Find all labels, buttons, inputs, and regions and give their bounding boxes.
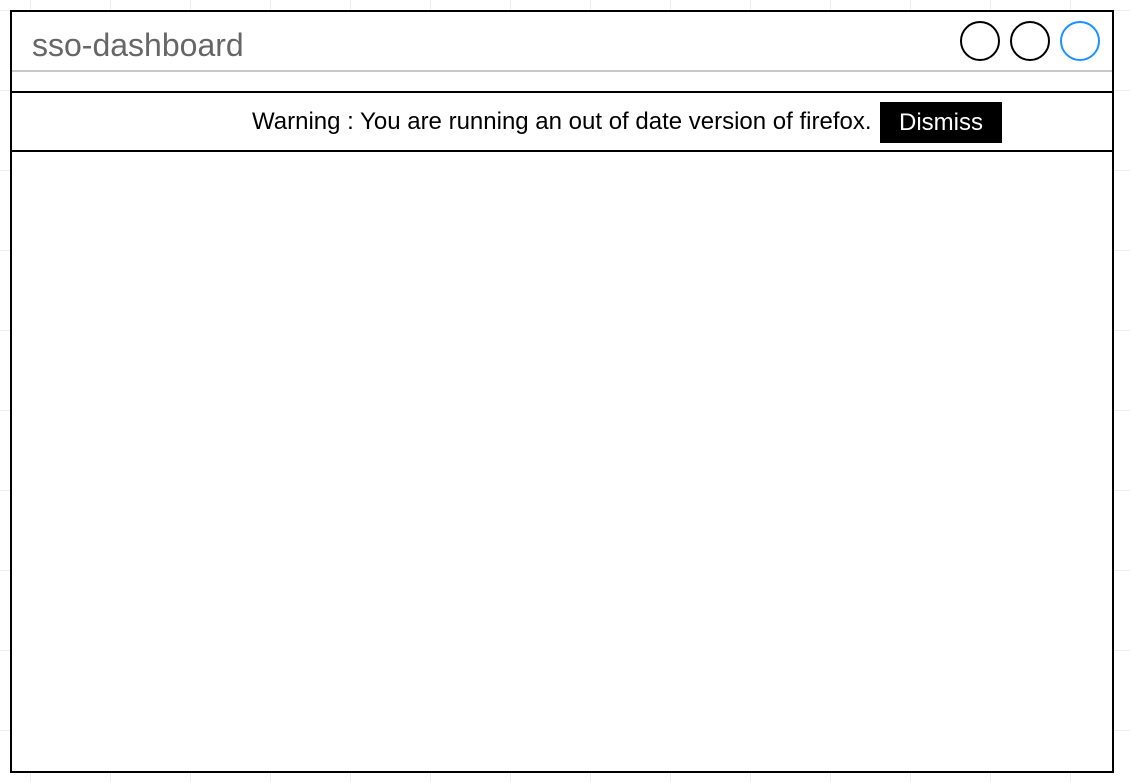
warning-banner: Warning : You are running an out of date… — [12, 91, 1112, 152]
main-content-area — [12, 152, 1112, 771]
window-control-circle-icon[interactable] — [1010, 21, 1050, 61]
window-control-circle-icon[interactable] — [960, 21, 1000, 61]
browser-window: sso-dashboard Warning : You are running … — [10, 10, 1114, 773]
warning-message: Warning : You are running an out of date… — [252, 108, 872, 135]
app-title: sso-dashboard — [32, 27, 244, 63]
dismiss-button[interactable]: Dismiss — [880, 102, 1002, 143]
title-bar: sso-dashboard — [12, 12, 1112, 72]
window-control-circle-icon[interactable] — [1060, 21, 1100, 61]
